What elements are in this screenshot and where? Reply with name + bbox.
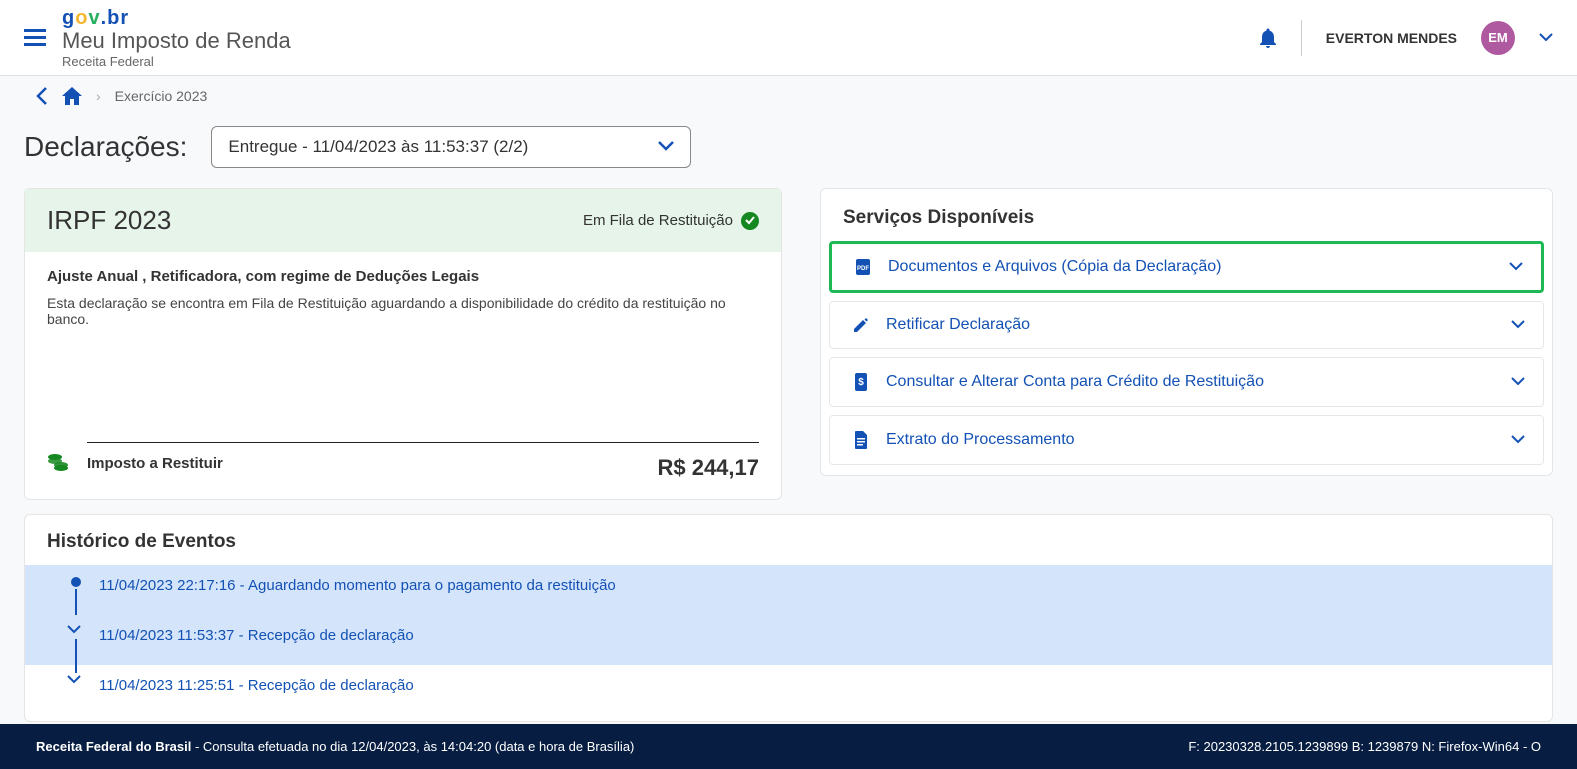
notifications-icon[interactable] [1259, 28, 1277, 48]
service-label: Consultar e Alterar Conta para Crédito d… [886, 373, 1511, 391]
user-name: EVERTON MENDES [1326, 30, 1457, 46]
declarations-label: Declarações: [24, 131, 187, 163]
chevron-down-icon [658, 141, 674, 153]
avatar[interactable]: EM [1481, 21, 1515, 55]
service-label: Extrato do Processamento [886, 431, 1511, 449]
declarations-selected: Entregue - 11/04/2023 às 11:53:37 (2/2) [228, 137, 528, 157]
user-menu-chevron-icon[interactable] [1539, 33, 1553, 43]
event-text[interactable]: 11/04/2023 11:25:51 - Recepção de declar… [99, 673, 414, 694]
event-text[interactable]: 11/04/2023 11:53:37 - Recepção de declar… [99, 623, 414, 644]
breadcrumb-separator: › [96, 88, 101, 104]
svg-text:$: $ [858, 377, 864, 388]
irpf-subtitle: Ajuste Anual , Retificadora, com regime … [47, 268, 759, 285]
event-row: 11/04/2023 11:25:51 - Recepção de declar… [25, 665, 1552, 715]
declarations-select[interactable]: Entregue - 11/04/2023 às 11:53:37 (2/2) [211, 126, 691, 168]
dollar-icon: $ [848, 372, 874, 392]
footer-meta: F: 20230328.2105.1239899 B: 1239879 N: F… [1188, 739, 1541, 754]
event-chevron-icon[interactable] [67, 675, 81, 685]
event-dot-icon [71, 577, 81, 587]
chevron-down-icon [1509, 262, 1523, 272]
govbr-logo: gov.br [62, 7, 291, 30]
service-label: Retificar Declaração [886, 316, 1511, 334]
chevron-down-icon [1511, 377, 1525, 387]
logo-block: gov.br Meu Imposto de Renda Receita Fede… [62, 7, 291, 69]
svg-text:PDF: PDF [857, 266, 869, 272]
home-icon[interactable] [62, 87, 82, 105]
edit-icon [848, 316, 874, 334]
event-chevron-icon[interactable] [67, 625, 81, 635]
event-row: 11/04/2023 22:17:16 - Aguardando momento… [25, 565, 1552, 615]
app-subtitle: Receita Federal [62, 54, 291, 69]
coins-icon [47, 453, 69, 471]
irpf-status: Em Fila de Restituição [583, 212, 759, 230]
doc-icon [848, 430, 874, 450]
event-text[interactable]: 11/04/2023 22:17:16 - Aguardando momento… [99, 573, 616, 594]
divider [1301, 20, 1302, 56]
app-title: Meu Imposto de Renda [62, 28, 291, 54]
event-row: 11/04/2023 11:53:37 - Recepção de declar… [25, 615, 1552, 665]
footer-org: Receita Federal do Brasil [36, 739, 191, 754]
irpf-title: IRPF 2023 [47, 205, 171, 236]
service-item-2[interactable]: $ Consultar e Alterar Conta para Crédito … [829, 357, 1544, 407]
app-header: gov.br Meu Imposto de Renda Receita Fede… [0, 0, 1577, 76]
irpf-card: IRPF 2023 Em Fila de Restituição Ajuste … [24, 188, 782, 500]
services-title: Serviços Disponíveis [821, 189, 1552, 235]
service-item-3[interactable]: Extrato do Processamento [829, 415, 1544, 465]
menu-icon[interactable] [24, 29, 46, 47]
restituir-value: R$ 244,17 [657, 455, 759, 481]
restituir-label: Imposto a Restituir [87, 455, 223, 481]
check-icon [741, 212, 759, 230]
service-item-1[interactable]: Retificar Declaração [829, 301, 1544, 349]
service-label: Documentos e Arquivos (Cópia da Declaraç… [888, 258, 1509, 276]
history-card: Histórico de Eventos 11/04/2023 22:17:16… [24, 514, 1553, 722]
services-card: Serviços Disponíveis PDF Documentos e Arq… [820, 188, 1553, 476]
service-item-0[interactable]: PDF Documentos e Arquivos (Cópia da Decla… [829, 241, 1544, 293]
back-icon[interactable] [36, 87, 48, 105]
irpf-description: Esta declaração se encontra em Fila de R… [47, 295, 759, 327]
pdf-icon: PDF [850, 258, 876, 276]
breadcrumb-current: Exercício 2023 [115, 88, 208, 104]
chevron-down-icon [1511, 320, 1525, 330]
chevron-down-icon [1511, 435, 1525, 445]
breadcrumb: › Exercício 2023 [0, 76, 1577, 116]
footer: Receita Federal do Brasil - Consulta efe… [0, 724, 1577, 769]
history-title: Histórico de Eventos [25, 515, 1552, 565]
footer-query: - Consulta efetuada no dia 12/04/2023, à… [191, 739, 634, 754]
